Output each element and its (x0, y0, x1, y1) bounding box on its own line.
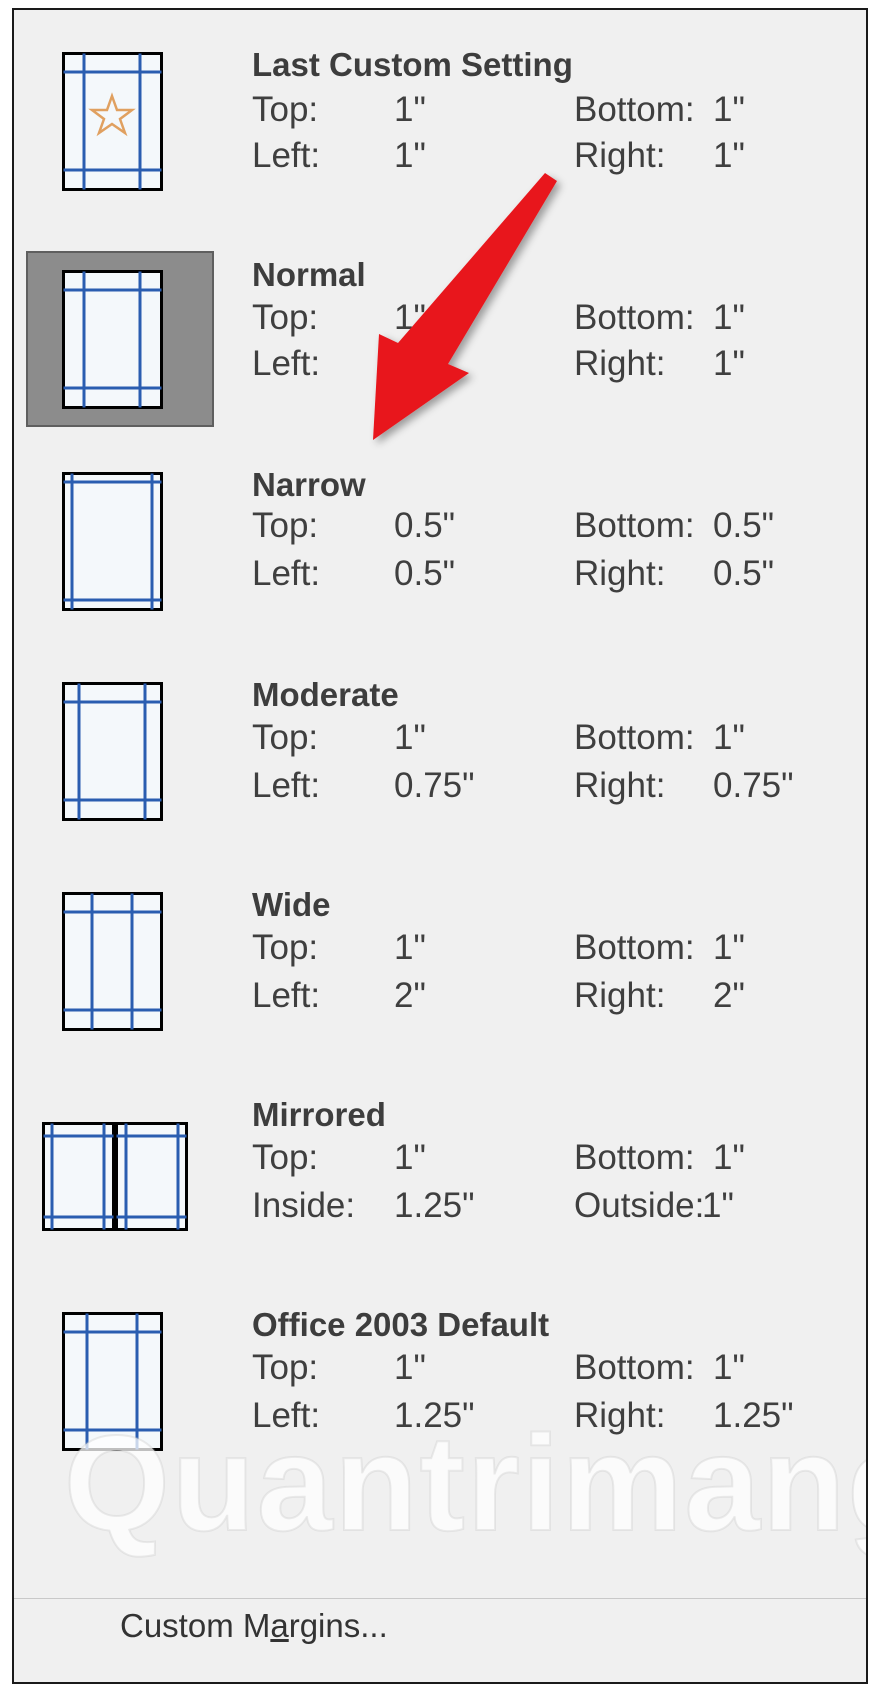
custom-margins-label-part: Custom M (120, 1607, 271, 1644)
mirrored-pages-thumbnail (42, 1122, 188, 1231)
preset-name: Wide (252, 886, 331, 923)
custom-margins-menu-item[interactable]: Custom Margins... (120, 1607, 388, 1645)
row-label-right: Bottom: (574, 718, 695, 757)
row-value-left: 1" (394, 718, 426, 757)
custom-margins-label-part: rgins... (288, 1607, 388, 1644)
row-value-left: 1.25" (394, 1186, 475, 1225)
thumbnail-frame (26, 1092, 214, 1262)
row-value-left: 2" (394, 976, 426, 1015)
row-label-left: Top: (252, 718, 319, 757)
row-label-left: Top: (252, 1138, 319, 1177)
row-label-right: Bottom: (574, 928, 695, 967)
page-margin-thumbnail (62, 682, 163, 821)
row-label-left: Inside: (252, 1186, 356, 1225)
row-label-right: Bottom: (574, 1138, 695, 1177)
row-label-right: Right: (574, 766, 666, 805)
row-label-left: Left: (252, 766, 321, 805)
watermark: Quantrimang (63, 1406, 868, 1560)
red-arrow-annotation (373, 173, 557, 440)
row-value-right: 0.75" (713, 766, 794, 805)
row-value-left: 1" (394, 1138, 426, 1177)
row-value-right: 1" (713, 928, 745, 967)
margin-preset-moderate[interactable]: Moderate Top: 1" Bottom: 1" Left: 0.75" … (14, 672, 866, 892)
row-value-right: 1" (713, 718, 745, 757)
margin-preset-wide[interactable]: Wide Top: 1" Bottom: 1" Left: 2" Right: … (14, 882, 866, 1102)
preset-name: Mirrored (252, 1096, 386, 1133)
menu-divider (14, 1598, 866, 1599)
preset-name: Office 2003 Default (252, 1306, 550, 1343)
row-value-right: 1" (702, 1186, 734, 1225)
thumbnail-frame (26, 882, 214, 1052)
page-margin-thumbnail (62, 892, 163, 1031)
row-label-right: Bottom: (574, 1348, 695, 1387)
row-value-left: 0.75" (394, 766, 475, 805)
row-value-right: 1" (713, 1348, 745, 1387)
row-label-left: Top: (252, 928, 319, 967)
row-value-left: 1" (394, 928, 426, 967)
margins-dropdown-panel: Last Custom Setting Top: 1" Bottom: 1" L… (12, 8, 868, 1684)
row-value-right: 2" (713, 976, 745, 1015)
row-label-right: Right: (574, 976, 666, 1015)
preset-name: Moderate (252, 676, 399, 713)
accelerator-key: a (270, 1607, 289, 1644)
margin-preset-mirrored[interactable]: Mirrored Top: 1" Bottom: 1" Inside: 1.25… (14, 1092, 866, 1312)
thumbnail-frame (26, 672, 214, 842)
row-label-right: Outside: (574, 1186, 705, 1225)
row-value-right: 1" (713, 1138, 745, 1177)
row-label-left: Left: (252, 976, 321, 1015)
row-label-left: Top: (252, 1348, 319, 1387)
arrow-shape (373, 173, 557, 440)
row-value-left: 1" (394, 1348, 426, 1387)
